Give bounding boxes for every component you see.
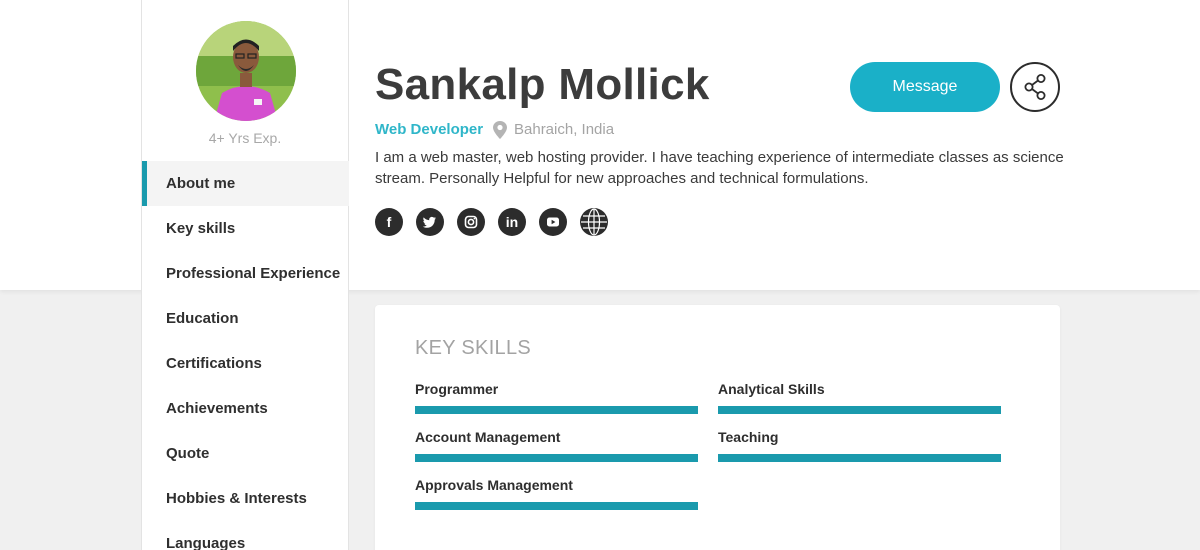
instagram-icon[interactable]: [457, 208, 485, 236]
skill-item: Programmer: [415, 380, 698, 414]
skill-item: Teaching: [718, 428, 1001, 462]
sidebar-item-achievements[interactable]: Achievements: [142, 386, 349, 431]
message-button[interactable]: Message: [850, 62, 1000, 112]
twitter-glyph: [422, 216, 436, 228]
globe-glyph: [581, 208, 607, 236]
share-button[interactable]: [1010, 62, 1060, 112]
skill-bar: [415, 502, 698, 510]
sidebar-item-education[interactable]: Education: [142, 296, 349, 341]
profile-role: Web Developer: [375, 121, 484, 138]
skill-item: Analytical Skills: [718, 380, 1001, 414]
twitter-icon[interactable]: [416, 208, 444, 236]
sidebar-item-languages[interactable]: Languages: [142, 521, 349, 550]
youtube-glyph: [547, 217, 559, 227]
key-skills-title: KEY SKILLS: [415, 337, 532, 359]
skill-label: Analytical Skills: [718, 381, 825, 397]
sidebar-item-key-skills[interactable]: Key skills: [142, 206, 349, 251]
instagram-glyph: [464, 215, 478, 229]
skill-bar: [415, 406, 698, 414]
skill-bar: [415, 454, 698, 462]
sidebar-item-about-me[interactable]: About me: [142, 161, 349, 206]
sidebar-item-quote[interactable]: Quote: [142, 431, 349, 476]
facebook-glyph: f: [386, 214, 392, 230]
profile-name: Sankalp Mollick: [375, 60, 710, 109]
profile-bio: I am a web master, web hosting provider.…: [375, 149, 1064, 187]
skill-item: Account Management: [415, 428, 698, 462]
linkedin-icon[interactable]: in: [498, 208, 526, 236]
facebook-icon[interactable]: f: [375, 208, 403, 236]
location-pin-icon: [493, 121, 507, 139]
skill-item: Approvals Management: [415, 476, 698, 510]
avatar: [196, 21, 296, 121]
skill-label: Approvals Management: [415, 477, 573, 493]
skill-label: Teaching: [718, 429, 779, 445]
share-icon: [1024, 73, 1046, 100]
sidebar-item-hobbies-interests[interactable]: Hobbies & Interests: [142, 476, 349, 521]
skill-bar: [718, 406, 1001, 414]
sidebar-nav: About me Key skills Professional Experie…: [142, 161, 349, 550]
skill-bar: [718, 454, 1001, 462]
sidebar-item-certifications[interactable]: Certifications: [142, 341, 349, 386]
profile-location: Bahraich, India: [514, 121, 615, 138]
globe-icon[interactable]: [580, 208, 608, 236]
sidebar: 4+ Yrs Exp. About me Key skills Professi…: [141, 0, 349, 550]
skill-label: Programmer: [415, 381, 499, 397]
linkedin-glyph: in: [505, 214, 519, 230]
key-skills-card: KEY SKILLS Programmer Analytical Skills …: [375, 305, 1060, 550]
experience-label: 4+ Yrs Exp.: [208, 130, 282, 146]
skill-label: Account Management: [415, 429, 561, 445]
sidebar-item-professional-experience[interactable]: Professional Experience: [142, 251, 349, 296]
youtube-icon[interactable]: [539, 208, 567, 236]
